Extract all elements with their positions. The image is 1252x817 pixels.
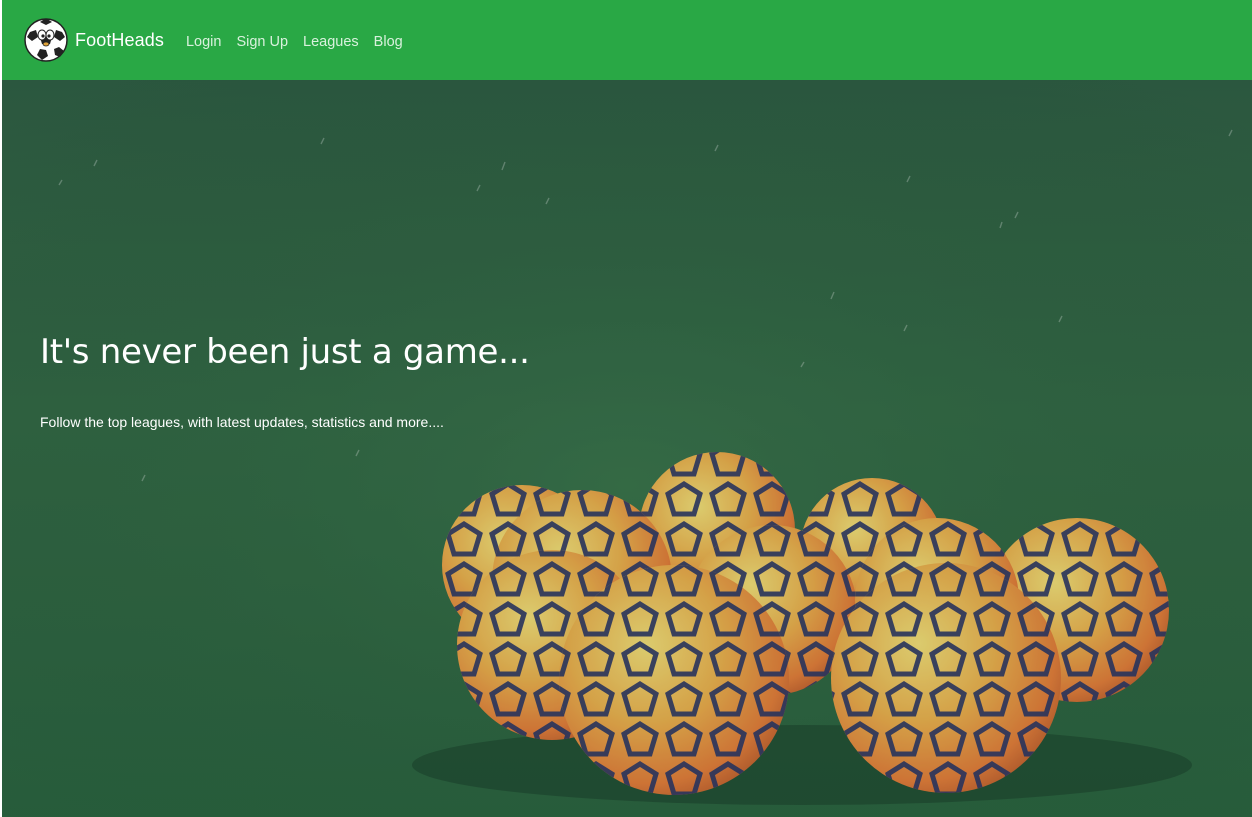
nav-link-login[interactable]: Login [186,34,221,50]
hero-subtitle: Follow the top leagues, with latest upda… [40,414,444,430]
hero: It's never been just a game... Follow th… [2,80,1252,817]
soccer-ball-mascot-icon [24,18,68,62]
navbar: FootHeads Login Sign Up Leagues Blog [2,0,1252,80]
nav-link-leagues[interactable]: Leagues [303,34,359,50]
nav-link-blog[interactable]: Blog [374,34,403,50]
hero-image [2,80,1252,817]
hero-title: It's never been just a game... [40,332,530,372]
page: FootHeads Login Sign Up Leagues Blog It'… [0,0,1252,817]
brand-name: FootHeads [75,29,164,50]
nav-link-sign-up[interactable]: Sign Up [236,34,288,50]
nav-links: Login Sign Up Leagues Blog [186,31,418,50]
brand-link[interactable]: FootHeads [24,18,164,62]
